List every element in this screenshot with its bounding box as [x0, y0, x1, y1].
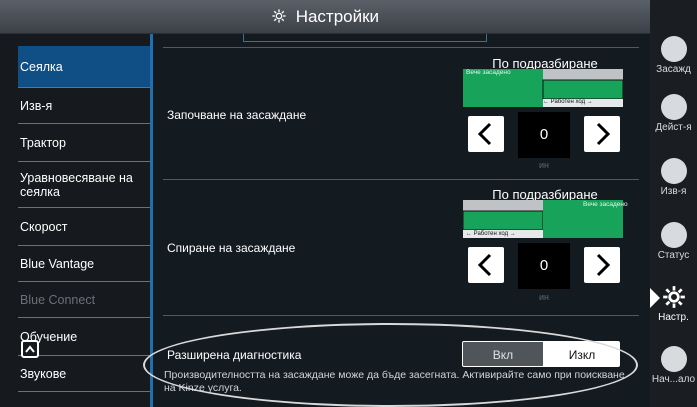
nav-alerts[interactable]: Изв-я: [650, 158, 697, 197]
active-nav-pointer: [650, 288, 660, 308]
sidebar-item-label: Сеялка: [20, 59, 63, 74]
sidebar-item-speed[interactable]: Скорост: [18, 208, 150, 246]
right-navigation: Засажд Дейст-я Изв-я Статус Настр. Нач..…: [650, 0, 697, 407]
app-window: Настройки Сеялка Изв-я Трактор Уравновес…: [0, 0, 697, 407]
actions-icon: [660, 94, 687, 120]
chevron-right-icon: [596, 122, 611, 146]
sidebar-item-seeder[interactable]: Сеялка: [18, 46, 150, 88]
advanced-diagnostics-description: Производителността на засаждане може да …: [164, 369, 625, 394]
sidebar-item-label: Blue Connect: [20, 292, 96, 307]
nav-home[interactable]: Нач...ало: [650, 346, 697, 385]
nav-label: Нач...ало: [651, 374, 696, 385]
status-icon: [660, 222, 687, 248]
nav-planting[interactable]: Засажд: [650, 36, 697, 75]
already-planted-label: Вече засадено: [583, 201, 628, 208]
sidebar-item-label: Скорост: [20, 219, 68, 234]
gear-icon: [661, 284, 687, 310]
decrease-button[interactable]: [468, 116, 504, 152]
planting-stop-label: Спиране на засаждане: [167, 241, 296, 255]
working-pass-label: ← Работен ход →: [466, 231, 516, 237]
nav-label: Статус: [657, 250, 690, 261]
sidebar-item-seeder-balance[interactable]: Уравновесяване на сеялка: [18, 162, 150, 208]
sidebar-item-label: Изв-я: [20, 98, 53, 113]
working-pass-label: ← Работен ход →: [543, 99, 593, 105]
page-title: Настройки: [295, 7, 380, 26]
sidebar-item-blue-connect: Blue Connect: [18, 282, 150, 318]
sidebar-item-sounds[interactable]: Звукове: [18, 356, 150, 392]
already-planted-label: Вече засадено: [466, 69, 511, 76]
increase-button[interactable]: [584, 116, 620, 152]
nav-label: Засажд: [656, 64, 691, 75]
planting-stop-value[interactable]: 0: [518, 243, 570, 289]
planting-stop-unit: ин: [539, 292, 549, 302]
planting-start-value[interactable]: 0: [518, 112, 570, 158]
chevron-left-icon: [477, 122, 492, 146]
seed-icon: [660, 36, 687, 62]
alert-icon: [660, 158, 687, 184]
title-bar: Настройки: [0, 0, 650, 34]
sidebar-item-label: Трактор: [20, 135, 66, 150]
divider: [163, 47, 639, 48]
gear-icon: [272, 9, 286, 23]
advanced-diagnostics-label: Разширена диагностика: [167, 348, 302, 362]
decrease-button[interactable]: [468, 247, 504, 283]
settings-sidebar: Сеялка Изв-я Трактор Уравновесяване на с…: [0, 34, 150, 407]
sidebar-item-blue-vantage[interactable]: Blue Vantage: [18, 246, 150, 282]
toggle-on-option[interactable]: Вкл: [463, 342, 543, 366]
planting-start-unit: ин: [539, 160, 549, 170]
nav-status[interactable]: Статус: [650, 222, 697, 261]
sidebar-item-label: Звукове: [20, 366, 67, 381]
planting-start-label: Започване на засаждане: [167, 108, 307, 122]
chevron-left-icon: [477, 253, 492, 277]
diagnostics-toggle[interactable]: Вкл Изкл: [462, 341, 620, 367]
sidebar-item-label: Уравновесяване на сеялка: [20, 170, 133, 199]
nav-actions[interactable]: Дейст-я: [650, 94, 697, 133]
divider: [163, 315, 639, 316]
home-icon: [660, 346, 687, 372]
divider: [163, 179, 639, 180]
nav-label: Изв-я: [660, 186, 687, 197]
nav-label: Настр.: [658, 312, 689, 323]
scroll-remnant: [243, 34, 487, 42]
nav-label: Дейст-я: [655, 122, 692, 133]
toggle-off-option[interactable]: Изкл: [543, 342, 619, 366]
sidebar-item-alerts[interactable]: Изв-я: [18, 88, 150, 124]
chevron-right-icon: [596, 253, 611, 277]
sidebar-item-label: Blue Vantage: [20, 256, 95, 271]
increase-button[interactable]: [584, 247, 620, 283]
sidebar-item-tractor[interactable]: Трактор: [18, 124, 150, 162]
